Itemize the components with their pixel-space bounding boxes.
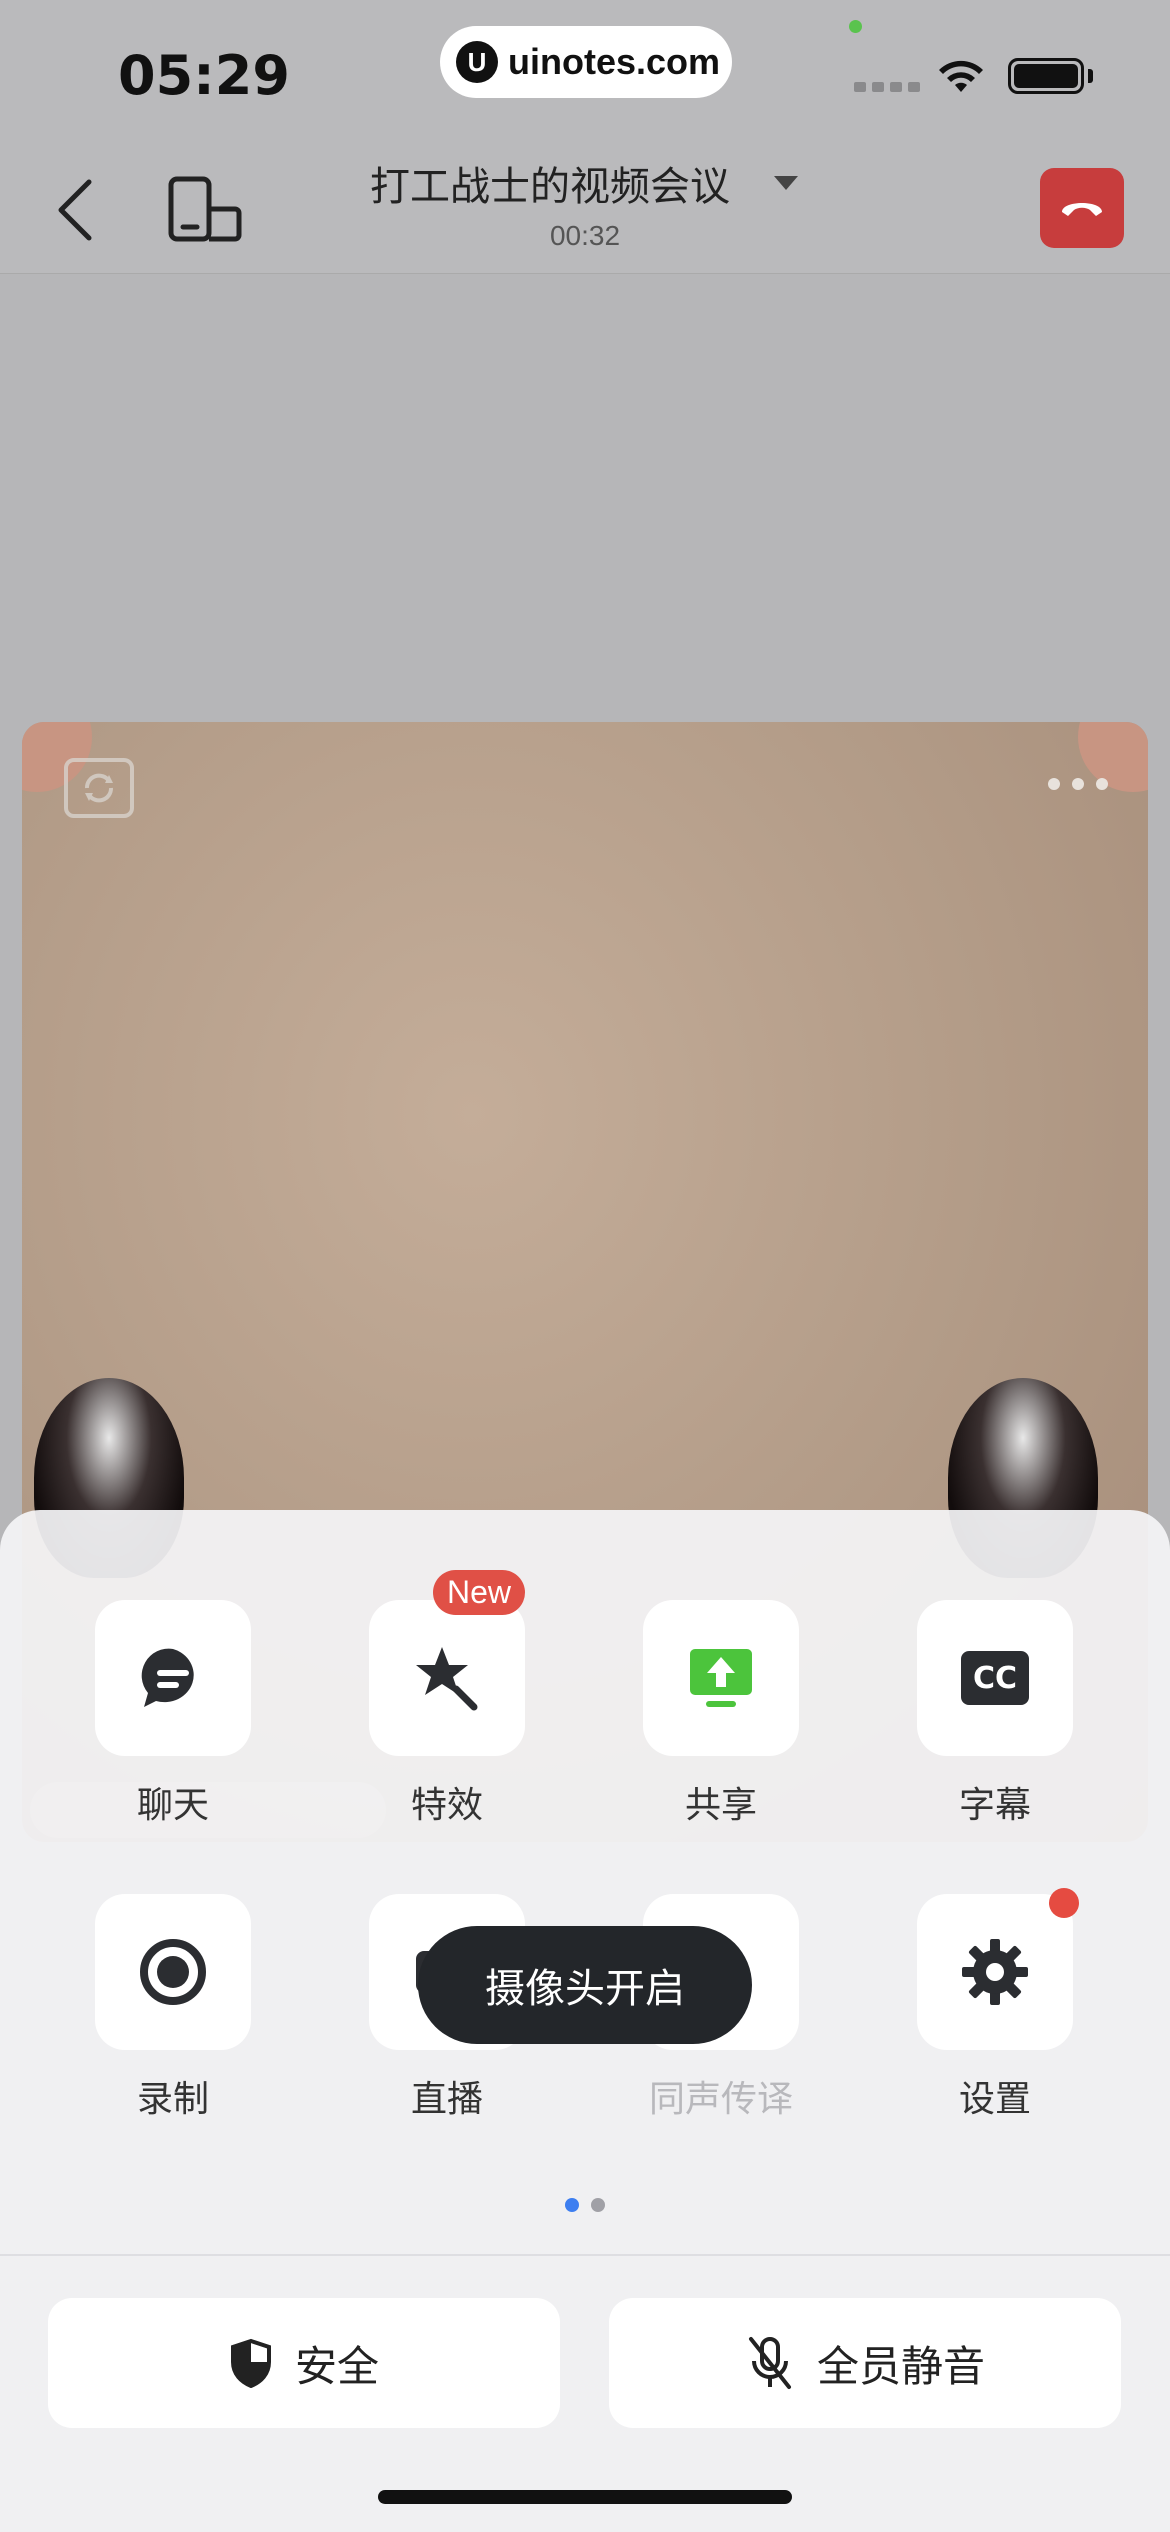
status-bar: 05:29 U uinotes.com (0, 0, 1170, 140)
divider (0, 2254, 1170, 2256)
battery-icon (1008, 58, 1084, 94)
gear-icon (962, 1939, 1028, 2005)
page-indicator (0, 2198, 1170, 2212)
hang-up-icon (1062, 203, 1102, 216)
action-label: 直播 (410, 2079, 483, 2120)
security-button[interactable]: 安全 (48, 2298, 560, 2428)
mic-off-icon (748, 2337, 791, 2389)
page-dot-active (565, 2198, 579, 2212)
action-label: 共享 (684, 1785, 757, 1826)
wifi-icon (939, 60, 983, 92)
notification-dot (1049, 1888, 1079, 1918)
chat-icon (141, 1648, 194, 1707)
action-label: 聊天 (136, 1785, 209, 1826)
cellular-signal-icon (854, 82, 920, 92)
page-dot (591, 2198, 605, 2212)
camera-on-toast: 摄像头开启 (418, 1926, 752, 2044)
more-options-icon[interactable] (1048, 778, 1108, 790)
action-chat[interactable]: 聊天 (93, 1600, 253, 1828)
title-dropdown-icon[interactable] (774, 176, 798, 190)
action-share[interactable]: 共享 (641, 1600, 801, 1828)
site-logo-icon: U (456, 41, 498, 83)
effects-icon (416, 1647, 478, 1711)
meeting-title[interactable]: 打工战士的视频会议 (370, 154, 730, 212)
camera-indicator-dot (849, 20, 862, 33)
meeting-timer: 00:32 (549, 220, 621, 251)
record-icon (140, 1939, 206, 2005)
action-label: 录制 (136, 2079, 209, 2120)
action-label: 字幕 (958, 1785, 1031, 1826)
mute-all-button[interactable]: 全员静音 (609, 2298, 1121, 2428)
home-indicator[interactable] (378, 2490, 792, 2504)
action-label: 特效 (410, 1785, 483, 1826)
action-settings[interactable]: 设置 (915, 1888, 1079, 2122)
action-label: 同声传译 (648, 2079, 793, 2120)
new-badge: New (433, 1570, 526, 1615)
end-call-button[interactable] (1040, 168, 1124, 248)
action-captions[interactable]: CC 字幕 (915, 1600, 1075, 1828)
meeting-navbar: 打工战士的视频会议 00:32 (0, 140, 1170, 274)
url-pill[interactable]: U uinotes.com (440, 26, 732, 98)
mute-all-label: 全员静音 (816, 2341, 985, 2391)
action-label: 设置 (958, 2079, 1031, 2120)
url-text: uinotes.com (508, 41, 721, 82)
shield-icon (230, 2338, 271, 2388)
cc-icon: CC (961, 1651, 1029, 1705)
share-screen-icon (690, 1649, 752, 1707)
action-record[interactable]: 录制 (93, 1894, 253, 2122)
security-label: 安全 (294, 2341, 379, 2391)
camera-flip-icon[interactable] (64, 758, 134, 818)
status-time: 05:29 (118, 44, 290, 107)
action-effects[interactable]: New 特效 (367, 1570, 527, 1828)
